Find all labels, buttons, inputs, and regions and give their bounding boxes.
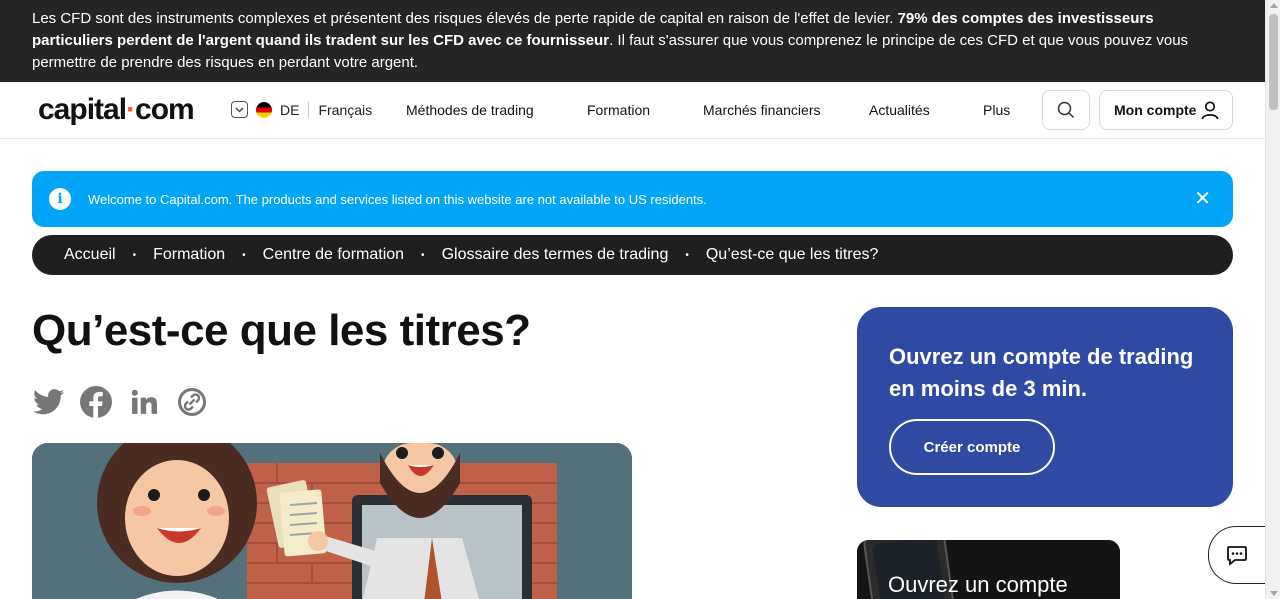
page-scrollbar[interactable] (1265, 0, 1280, 599)
breadcrumb: Accueil • Formation • Centre de formatio… (32, 235, 1233, 275)
nav-marches-financiers[interactable]: Marchés financiers (703, 102, 821, 118)
breadcrumb-formation[interactable]: Formation (153, 246, 225, 264)
close-icon[interactable]: ✕ (1194, 189, 1211, 209)
scroll-up-arrow-icon[interactable] (1270, 3, 1278, 8)
linkedin-icon[interactable] (128, 386, 160, 418)
nav-plus[interactable]: Plus (983, 102, 1010, 118)
share-buttons (32, 386, 208, 418)
nav-actualites[interactable]: Actualités (869, 102, 930, 118)
region-code: DE (280, 101, 300, 118)
cta-title: Ouvrez un compte de trading en moins de … (889, 344, 1194, 401)
breadcrumb-current-page: Qu’est-ce que les titres? (705, 246, 879, 263)
search-button[interactable] (1042, 90, 1090, 130)
logo-dot: · (126, 93, 136, 126)
germany-flag-icon (256, 101, 272, 118)
language-selector[interactable]: DE Français (231, 101, 372, 118)
nav-formation[interactable]: Formation (587, 102, 650, 118)
scroll-down-arrow-icon[interactable] (1270, 591, 1278, 596)
article-hero-image (32, 443, 632, 599)
language-label: Français (318, 101, 373, 118)
search-icon (1057, 101, 1075, 119)
chat-button[interactable] (1208, 526, 1272, 584)
risk-warning-text: Les CFD sont des instruments complexes e… (32, 10, 898, 27)
breadcrumb-separator: • (242, 249, 246, 261)
breadcrumb-centre-de-formation[interactable]: Centre de formation (263, 246, 404, 264)
chat-icon (1227, 546, 1247, 566)
logo-text-right: com (135, 93, 195, 126)
info-icon: i (49, 188, 71, 210)
capital-logo[interactable]: capital·com (38, 93, 195, 127)
twitter-icon[interactable] (32, 386, 64, 418)
breadcrumb-accueil[interactable]: Accueil (64, 246, 116, 264)
copy-link-icon[interactable] (176, 386, 208, 418)
logo-text-left: capital (38, 93, 127, 126)
facebook-icon[interactable] (80, 386, 112, 418)
my-account-label: Mon compte (1114, 102, 1197, 118)
chevron-down-icon[interactable] (231, 101, 248, 118)
app-promo-card[interactable]: Ouvrez un compte (857, 540, 1120, 599)
breadcrumb-glossaire[interactable]: Glossaire des termes de trading (442, 246, 669, 264)
banner-text: Welcome to Capital.com. The products and… (88, 191, 707, 207)
language-divider (308, 101, 310, 118)
user-icon (1201, 101, 1219, 120)
nav-methodes-de-trading[interactable]: Méthodes de trading (406, 102, 534, 118)
open-account-card: Ouvrez un compte de trading en moins de … (857, 307, 1233, 507)
site-header: capital·com DE Français Méthodes de trad… (0, 82, 1265, 139)
breadcrumb-separator: • (132, 249, 137, 261)
breadcrumb-separator: • (685, 249, 689, 261)
page-title: Qu’est-ce que les titres? (32, 306, 531, 355)
scrollbar-thumb[interactable] (1269, 14, 1278, 110)
create-account-button[interactable]: Créer compte (889, 419, 1055, 475)
my-account-button[interactable]: Mon compte (1099, 90, 1233, 130)
breadcrumb-separator: • (421, 249, 425, 261)
promo-text: Ouvrez un compte (888, 572, 1068, 597)
risk-warning-bar: Les CFD sont des instruments complexes e… (0, 0, 1265, 82)
us-residents-banner: i Welcome to Capital.com. The products a… (32, 171, 1233, 227)
